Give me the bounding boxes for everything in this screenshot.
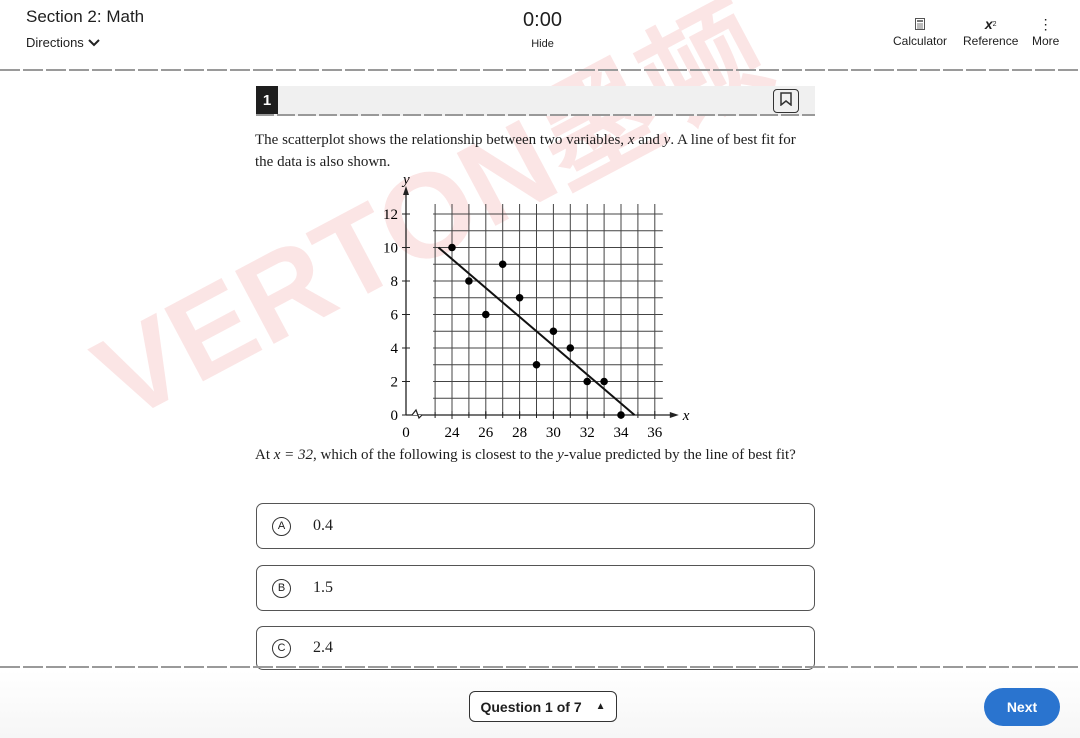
x-tick-label: 24: [445, 425, 461, 441]
question-navigator-button[interactable]: Question 1 of 7 ▲: [469, 691, 617, 722]
question-header: 1: [256, 86, 815, 116]
question-stem: The scatterplot shows the relationship b…: [255, 129, 815, 173]
data-point: [465, 277, 473, 285]
footer-divider: [0, 666, 1080, 668]
next-button[interactable]: Next: [984, 688, 1060, 726]
data-point: [566, 344, 575, 352]
scatterplot: 0246810120 24 26 28 30 32 34 36xy: [383, 172, 690, 441]
x-tick-label: 32: [580, 425, 595, 441]
data-point: [532, 360, 541, 369]
caret-up-icon: ▲: [595, 701, 606, 712]
x-tick-label: 28: [512, 425, 527, 441]
choice-a[interactable]: A 0.4: [256, 503, 815, 549]
data-point: [600, 377, 608, 386]
calculator-label: Calculator: [893, 34, 948, 48]
data-point: [482, 310, 490, 319]
x-tick-label: 0: [402, 425, 410, 441]
y-tick-label: 12: [383, 207, 398, 223]
x-tick-label: 30: [546, 425, 561, 441]
data-point: [498, 260, 507, 269]
y-tick-label: 4: [391, 341, 399, 357]
y-tick-label: 10: [383, 241, 398, 257]
data-point: [549, 327, 558, 336]
mark-for-review-button[interactable]: [773, 89, 799, 113]
x-axis-arrow: [669, 412, 679, 418]
bookmark-icon: [780, 91, 792, 111]
x-axis-label: x: [682, 408, 690, 424]
y-tick-label: 6: [391, 308, 399, 324]
choice-c[interactable]: C 2.4: [256, 626, 815, 670]
data-point: [448, 243, 456, 252]
question-nav-label: Question 1 of 7: [480, 698, 582, 715]
stem-text: The scatterplot shows the relationship b…: [255, 132, 628, 148]
equation: x = 32: [273, 447, 314, 463]
stem-text: and: [634, 132, 664, 148]
header-divider: [0, 69, 1080, 71]
x-tick-label: 36: [647, 425, 663, 441]
more-vertical-icon: ⋮: [1038, 15, 1053, 32]
data-point: [617, 411, 625, 419]
choice-b[interactable]: B 1.5: [256, 565, 815, 611]
reference-button[interactable]: x 2 Reference: [963, 14, 1018, 48]
prompt-text: -value predicted by the line of best fit…: [563, 447, 796, 463]
y-tick-label: 8: [391, 274, 399, 290]
calculator-icon: [893, 14, 947, 34]
prompt-text: At: [255, 447, 274, 463]
choice-letter: B: [272, 578, 291, 598]
axis-break: [411, 408, 423, 420]
choice-value: 1.5: [313, 579, 333, 596]
header: Section 2: Math Directions 0:00 Hide Cal…: [0, 0, 1080, 70]
prompt-text: , which of the following is closest to t…: [313, 447, 558, 463]
more-button[interactable]: ⋮ More: [1032, 14, 1060, 49]
question-prompt: At x = 32, which of the following is clo…: [255, 444, 815, 466]
data-point: [515, 293, 524, 302]
formula-icon: x2: [984, 16, 997, 32]
question-divider: [256, 114, 815, 116]
y-tick-label: 0: [391, 408, 399, 424]
x-tick-label: 26: [478, 425, 494, 441]
question-number: 1: [256, 86, 278, 114]
var-y: y: [557, 447, 564, 463]
choice-value: 0.4: [313, 517, 333, 534]
x-tick-label: 34: [614, 425, 630, 441]
y-tick-label: 2: [391, 375, 399, 391]
more-label: More: [1032, 34, 1060, 48]
reference-label: Reference: [963, 34, 1019, 48]
choice-letter: C: [272, 638, 291, 658]
choice-value: 2.4: [313, 639, 333, 656]
data-point: [583, 377, 591, 386]
calculator-button[interactable]: Calculator: [893, 14, 947, 48]
y-axis-label: y: [401, 172, 410, 188]
choice-letter: A: [272, 516, 291, 536]
